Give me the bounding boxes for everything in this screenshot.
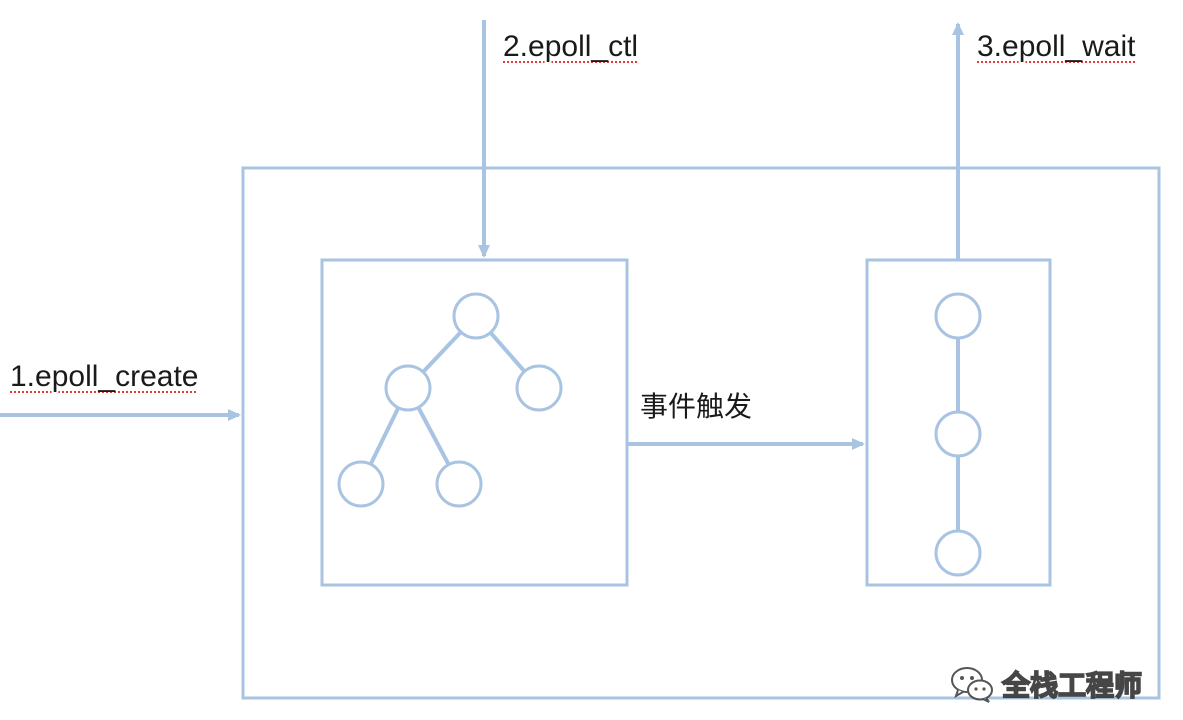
epoll-diagram: 1.epoll_create 2.epoll_ctl 3.epoll_wait … <box>0 0 1183 720</box>
wechat-icon <box>951 667 993 703</box>
epoll-wait-label: 3.epoll_wait <box>977 30 1136 63</box>
epoll-ctl-label: 2.epoll_ctl <box>503 30 639 63</box>
watermark-text: 全栈工程师 <box>1001 668 1143 703</box>
ready-node-3 <box>934 529 982 577</box>
tree-edges <box>359 314 541 485</box>
watermark: 全栈工程师 <box>950 664 1143 704</box>
tree-node-right <box>515 364 563 412</box>
event-trigger-label: 事件触发 <box>640 390 753 423</box>
epoll-instance-box <box>241 166 1161 700</box>
tree-node-left <box>384 364 432 412</box>
tree-node-left-right <box>435 460 483 508</box>
tree-node-left-left <box>337 460 385 508</box>
ready-node-2 <box>934 410 982 458</box>
tree-node-root <box>452 292 500 340</box>
epoll-create-label: 1.epoll_create <box>10 360 199 393</box>
ready-node-1 <box>934 292 982 340</box>
